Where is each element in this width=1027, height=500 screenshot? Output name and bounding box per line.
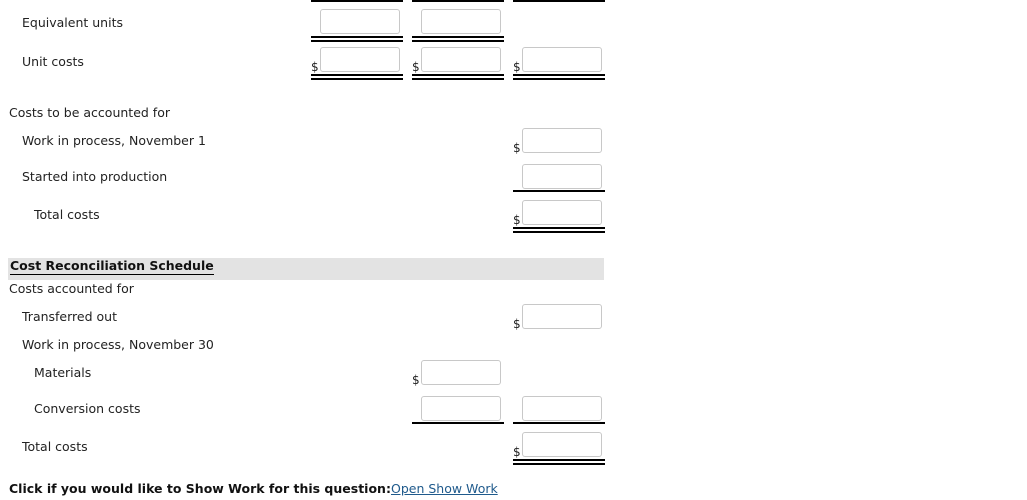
materials-input[interactable] [421,360,501,385]
total-costs-input[interactable] [522,200,602,225]
conversion-costs-label: Conversion costs [34,401,141,416]
double-rule [513,74,605,80]
materials-label: Materials [34,365,92,380]
transferred-out-input[interactable] [522,304,602,329]
wip-november-1-input[interactable] [522,128,602,153]
double-rule [513,459,605,465]
column-3-top-rule [513,0,605,2]
dollar-sign: $ [513,60,521,74]
unit-costs-label: Unit costs [22,54,84,69]
unit-costs-col2-input[interactable] [421,47,501,72]
costs-to-be-accounted-for-heading: Costs to be accounted for [9,105,170,120]
equivalent-units-col2-input[interactable] [421,9,501,34]
double-rule [311,74,403,80]
cost-reconciliation-schedule-title: Cost Reconciliation Schedule [10,258,214,275]
column-1-top-rule [311,0,403,2]
wip-november-30-label: Work in process, November 30 [22,337,214,352]
total-costs-label: Total costs [34,207,100,222]
dollar-sign: $ [513,445,521,459]
equivalent-units-col1-input[interactable] [320,9,400,34]
costs-accounted-for-heading: Costs accounted for [9,281,134,296]
started-into-production-label: Started into production [22,169,168,184]
single-rule [513,422,605,424]
double-rule [412,74,504,80]
equivalent-units-label: Equivalent units [22,15,123,30]
conversion-costs-col3-input[interactable] [522,396,602,421]
column-2-top-rule [412,0,504,2]
conversion-costs-col2-input[interactable] [421,396,501,421]
single-rule [412,422,504,424]
dollar-sign: $ [311,60,319,74]
unit-costs-col1-input[interactable] [320,47,400,72]
dollar-sign: $ [513,317,521,331]
wip-november-1-label: Work in process, November 1 [22,133,206,148]
unit-costs-col3-input[interactable] [522,47,602,72]
double-rule [311,36,403,42]
show-work-prompt: Click if you would like to Show Work for… [9,481,391,496]
dollar-sign: $ [412,60,420,74]
open-show-work-link[interactable]: Open Show Work [391,481,498,496]
transferred-out-label: Transferred out [22,309,117,324]
double-rule [412,36,504,42]
total-costs-reconciled-input[interactable] [522,432,602,457]
dollar-sign: $ [412,373,420,387]
single-rule [513,190,605,192]
total-costs-reconciled-label: Total costs [22,439,88,454]
started-into-production-input[interactable] [522,164,602,189]
dollar-sign: $ [513,213,521,227]
dollar-sign: $ [513,141,521,155]
double-rule [513,227,605,233]
